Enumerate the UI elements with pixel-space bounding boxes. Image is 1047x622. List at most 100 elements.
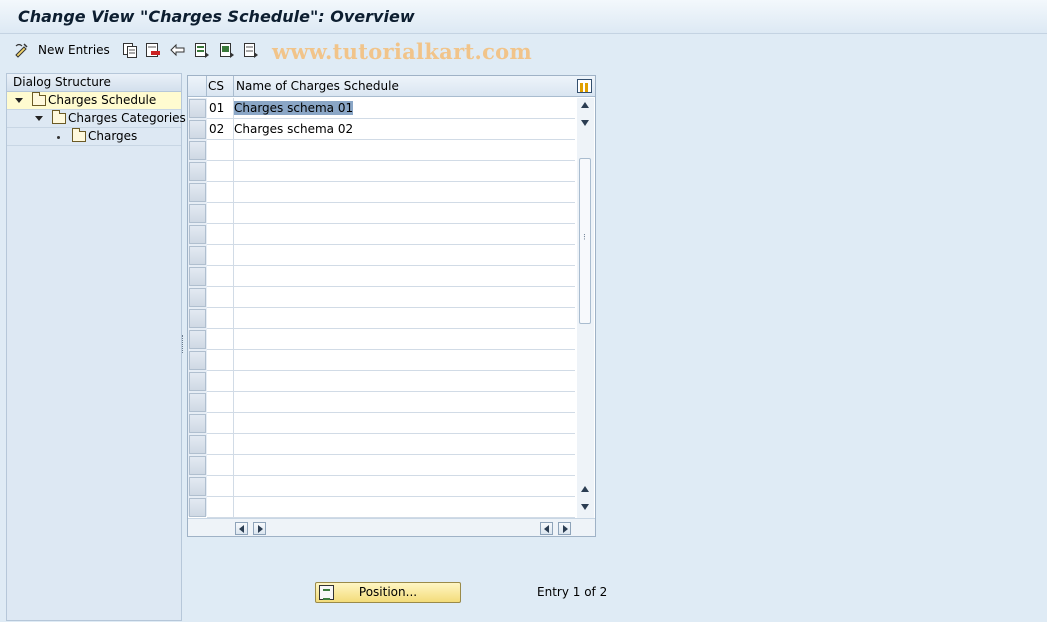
folder-icon [72, 128, 86, 142]
tree-item-label: Charges Schedule [48, 93, 157, 107]
row-selector[interactable] [189, 99, 206, 118]
copy-icon [122, 42, 138, 58]
scroll-up-icon[interactable] [581, 486, 589, 492]
column-divider [233, 98, 234, 518]
cell-name-text: Charges schema 01 [234, 101, 354, 115]
open-folder-icon [32, 92, 46, 106]
row-divider [207, 307, 575, 308]
display-change-icon [14, 42, 30, 58]
leaf-bullet-icon [57, 136, 60, 139]
folder-icon [52, 110, 66, 124]
cell-cs[interactable]: 02 [209, 119, 224, 139]
tree-item-label: Charges [88, 129, 138, 143]
row-divider [207, 433, 575, 434]
row-selector[interactable] [189, 288, 206, 307]
application-toolbar: New Entries www.tutorialkart.com [0, 35, 1047, 65]
deselect-all-button[interactable] [243, 41, 259, 59]
row-divider [207, 370, 575, 371]
row-divider [207, 475, 575, 476]
undo-change-button[interactable] [170, 41, 186, 59]
scroll-right-icon[interactable] [253, 522, 266, 535]
row-divider [207, 244, 575, 245]
dialog-structure-title: Dialog Structure [7, 74, 181, 92]
select-all-icon [194, 42, 210, 58]
new-entries-button[interactable]: New Entries [14, 41, 110, 59]
row-divider [207, 265, 575, 266]
row-selector[interactable] [189, 477, 206, 496]
page-title: Change View "Charges Schedule": Overview [18, 7, 415, 26]
table-header: CS Name of Charges Schedule [188, 76, 595, 97]
vertical-scrollbar[interactable] [577, 98, 594, 518]
tree-item-label: Charges Categories [68, 111, 186, 125]
scroll-thumb[interactable] [579, 158, 591, 324]
row-selector[interactable] [189, 372, 206, 391]
row-divider [207, 202, 575, 203]
scroll-down-icon[interactable] [581, 504, 589, 510]
row-divider [207, 412, 575, 413]
scroll-left-icon[interactable] [540, 522, 553, 535]
cell-name[interactable]: Charges schema 01 [234, 98, 354, 118]
delete-icon [145, 42, 161, 58]
row-selector[interactable] [189, 204, 206, 223]
row-selector[interactable] [189, 330, 206, 349]
row-divider [207, 454, 575, 455]
scroll-left-icon[interactable] [235, 522, 248, 535]
row-selector[interactable] [189, 267, 206, 286]
row-divider [207, 349, 575, 350]
row-selector[interactable] [189, 309, 206, 328]
row-divider [207, 496, 575, 497]
row-divider [207, 391, 575, 392]
row-selector[interactable] [189, 393, 206, 412]
scroll-down-icon[interactable] [581, 120, 589, 126]
row-divider [207, 139, 575, 140]
row-divider [207, 160, 575, 161]
row-divider [207, 181, 575, 182]
position-icon [319, 585, 334, 600]
position-button-label: Position... [358, 585, 418, 599]
charges-schedule-table: CS Name of Charges Schedule 01 Charges s… [187, 75, 596, 537]
horizontal-scrollbar[interactable] [188, 518, 595, 536]
deselect-all-icon [243, 42, 259, 58]
row-selector[interactable] [189, 456, 206, 475]
row-selector[interactable] [189, 246, 206, 265]
select-all-button[interactable] [194, 41, 210, 59]
column-header-cs[interactable]: CS [208, 79, 224, 93]
tree-item-charges-schedule[interactable]: Charges Schedule [7, 92, 181, 110]
dialog-structure-panel: Dialog Structure Charges Schedule Charge… [6, 73, 186, 621]
copy-as-button[interactable] [122, 41, 138, 59]
scroll-right-icon[interactable] [558, 522, 571, 535]
row-divider [207, 328, 575, 329]
expand-triangle-icon[interactable] [15, 98, 23, 103]
cell-cs[interactable]: 01 [209, 98, 224, 118]
row-selector[interactable] [189, 225, 206, 244]
title-bar: Change View "Charges Schedule": Overview [0, 0, 1047, 34]
select-block-button[interactable] [219, 41, 235, 59]
table-settings-icon[interactable] [577, 79, 592, 93]
row-selector[interactable] [189, 498, 206, 517]
cell-name[interactable]: Charges schema 02 [234, 119, 353, 139]
scroll-up-icon[interactable] [581, 102, 589, 108]
row-divider [207, 223, 575, 224]
select-all-rows-cell[interactable] [188, 76, 207, 97]
column-header-name[interactable]: Name of Charges Schedule [236, 79, 399, 93]
row-selector[interactable] [189, 120, 206, 139]
row-selector[interactable] [189, 183, 206, 202]
row-selector[interactable] [189, 414, 206, 433]
tree-item-charges[interactable]: Charges [7, 128, 181, 146]
position-button[interactable]: Position... [315, 582, 461, 603]
delete-button[interactable] [145, 41, 161, 59]
panel-splitter[interactable] [182, 335, 184, 353]
expand-triangle-icon[interactable] [35, 116, 43, 121]
select-block-icon [219, 42, 235, 58]
row-divider [207, 286, 575, 287]
watermark: www.tutorialkart.com [272, 39, 532, 64]
new-entries-label: New Entries [38, 43, 110, 57]
row-selector-column [188, 98, 207, 517]
entry-counter: Entry 1 of 2 [537, 585, 608, 599]
row-selector[interactable] [189, 351, 206, 370]
row-selector[interactable] [189, 435, 206, 454]
undo-change-icon [170, 42, 186, 58]
row-selector[interactable] [189, 162, 206, 181]
tree-item-charges-categories[interactable]: Charges Categories [7, 110, 186, 128]
row-selector[interactable] [189, 141, 206, 160]
